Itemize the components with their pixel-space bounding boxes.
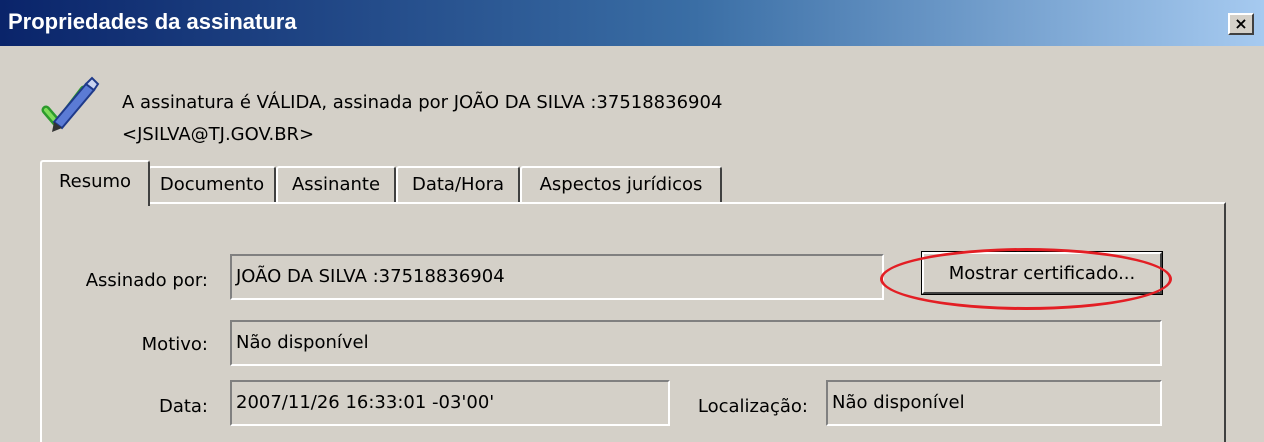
window-title: Propriedades da assinatura bbox=[8, 9, 297, 34]
tab-data-hora[interactable]: Data/Hora bbox=[396, 166, 520, 204]
summary-panel bbox=[40, 202, 1226, 442]
title-bar[interactable]: Propriedades da assinatura × bbox=[0, 0, 1264, 46]
signature-status-text: A assinatura é VÁLIDA, assinada por JOÃO… bbox=[122, 92, 723, 113]
tab-aspectos-juridicos[interactable]: Aspectos jurídicos bbox=[520, 166, 722, 204]
tab-assinante[interactable]: Assinante bbox=[276, 166, 396, 204]
signer-email-text: <JSILVA@TJ.GOV.BR> bbox=[122, 124, 315, 145]
tab-documento[interactable]: Documento bbox=[148, 166, 276, 204]
tab-resumo[interactable]: Resumo bbox=[40, 160, 150, 206]
pen-check-icon bbox=[41, 76, 100, 132]
close-button[interactable]: × bbox=[1228, 13, 1254, 35]
